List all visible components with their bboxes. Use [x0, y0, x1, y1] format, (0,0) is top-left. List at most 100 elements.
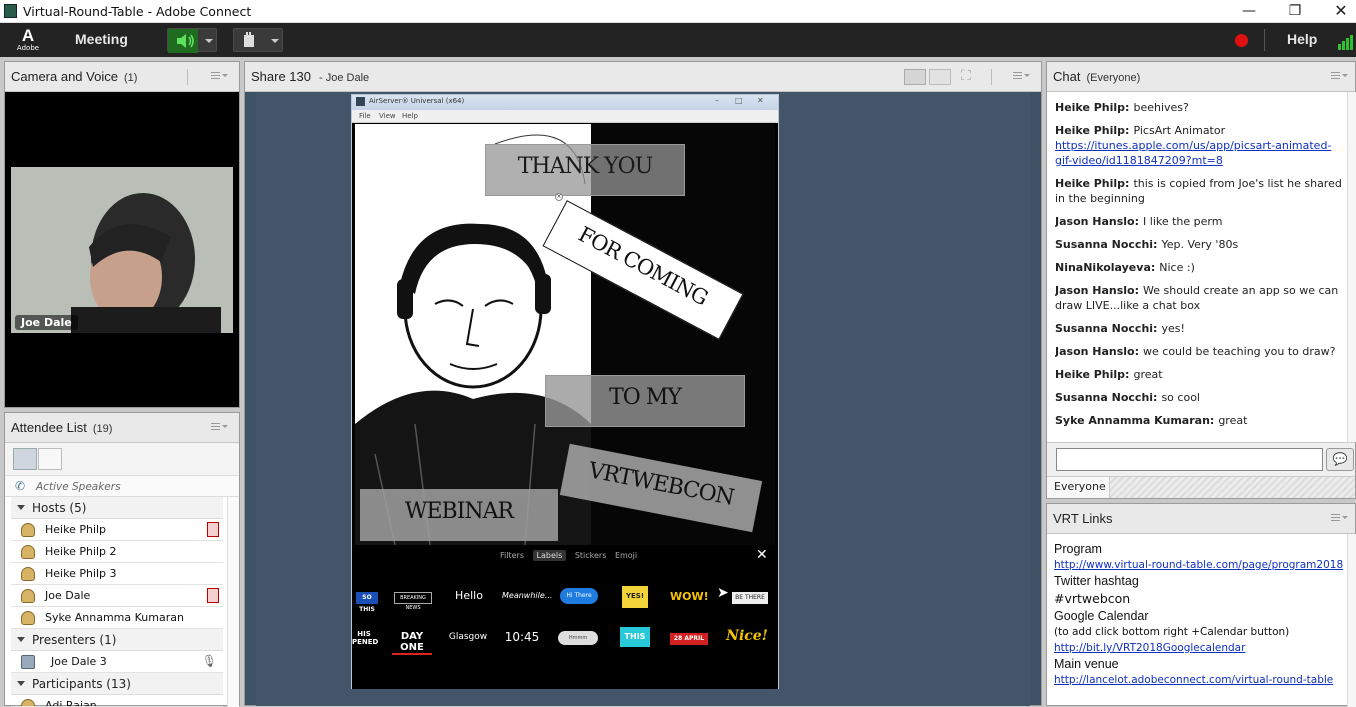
- chat-sender: Heike Philp:: [1055, 124, 1130, 137]
- pod-options-icon[interactable]: [211, 422, 228, 434]
- airserver-app-icon: [356, 97, 365, 106]
- attendee-row[interactable]: Heike Philp: [11, 519, 223, 541]
- pod-options-icon[interactable]: [1331, 513, 1348, 525]
- sticker-wow[interactable]: WOW!: [670, 590, 709, 603]
- chat-message: Syke Annamma Kumaran: great: [1055, 413, 1345, 428]
- sticker-nice[interactable]: Nice!: [724, 628, 770, 644]
- sticker-hmmm[interactable]: Hmmm: [558, 631, 598, 645]
- sticker-yes[interactable]: YES!: [622, 586, 648, 608]
- sticker-this[interactable]: THIS: [620, 627, 650, 647]
- label-editor-panel: Filters Labels Stickers Emoji ✕ SO THIS …: [352, 545, 778, 689]
- chat-message: Jason Hanslo: I like the perm: [1055, 214, 1345, 229]
- airserver-title: AirServer® Universal (x64): [369, 97, 465, 105]
- airserver-max-icon[interactable]: □: [735, 96, 743, 105]
- chat-message: Susanna Nocchi: Yep. Very '80s: [1055, 237, 1345, 252]
- editor-close-icon[interactable]: ✕: [756, 547, 768, 563]
- link-url[interactable]: http://bit.ly/VRT2018Googlecalendar: [1054, 640, 1348, 656]
- link-url[interactable]: http://www.virtual-round-table.com/page/…: [1054, 557, 1348, 573]
- sticker-hello[interactable]: Hello: [449, 589, 489, 602]
- host-icon: [21, 545, 35, 559]
- signal-bar-4: [1350, 35, 1353, 50]
- sticker-so-this[interactable]: SO THIS: [356, 592, 378, 613]
- chat-message: Heike Philp: great: [1055, 367, 1345, 382]
- help-menu[interactable]: Help: [1287, 31, 1317, 47]
- fullscreen-icon[interactable]: ⛶: [961, 68, 971, 84]
- detail-view-icon[interactable]: [38, 448, 62, 470]
- sticker-date[interactable]: 28 APRIL: [670, 633, 708, 645]
- window-title: Virtual-Round-Table - Adobe Connect: [23, 4, 252, 19]
- group-presenters[interactable]: Presenters (1): [11, 629, 223, 651]
- status-toggle[interactable]: [233, 28, 283, 52]
- airserver-menu-view[interactable]: View: [379, 112, 396, 120]
- attendee-scrollbar[interactable]: [227, 497, 239, 707]
- sticker-glasgow[interactable]: Glasgow: [446, 632, 490, 642]
- sticker-breaking-news[interactable]: BREAKING NEWS: [394, 592, 432, 611]
- airserver-close-icon[interactable]: ✕: [757, 96, 764, 105]
- chat-sender: Syke Annamma Kumaran:: [1055, 414, 1215, 427]
- minimize-button[interactable]: —: [1226, 0, 1272, 23]
- chat-text: great: [1218, 414, 1248, 427]
- attendee-row[interactable]: Heike Philp 2: [11, 541, 223, 563]
- attendee-name: Heike Philp 3: [45, 567, 117, 580]
- view-toggle-bar: [5, 443, 239, 475]
- sticker-his-pened[interactable]: HIS PENED: [352, 630, 378, 646]
- group-label: Hosts (5): [32, 501, 87, 515]
- recording-indicator-icon[interactable]: [1235, 34, 1248, 47]
- attendee-row[interactable]: Joe Dale: [11, 585, 223, 607]
- pod-options-icon[interactable]: [1331, 71, 1348, 83]
- attendee-row[interactable]: Adi Rajan: [11, 695, 223, 707]
- chat-sender: Susanna Nocchi:: [1055, 322, 1158, 335]
- meeting-menu[interactable]: Meeting: [75, 31, 128, 47]
- sticker-be-there[interactable]: BE THERE: [732, 592, 768, 604]
- airserver-menu-file[interactable]: File: [359, 112, 371, 120]
- chat-scrollbar[interactable]: [1347, 92, 1356, 442]
- list-view-icon[interactable]: [13, 448, 37, 470]
- poster-webinar: WEBINAR: [404, 499, 514, 524]
- adobe-logo: A Adobe: [16, 26, 40, 52]
- send-chat-icon[interactable]: 💬: [1326, 448, 1354, 471]
- chat-text: we could be teaching you to draw?: [1143, 345, 1336, 358]
- sticker-meanwhile[interactable]: Meanwhile...: [502, 591, 552, 600]
- menu-divider: [1264, 29, 1265, 51]
- label-close-icon[interactable]: ×: [555, 193, 563, 201]
- pod-options-icon[interactable]: [211, 71, 228, 83]
- tab-labels[interactable]: Labels: [532, 550, 567, 561]
- webcam-name-label: Joe Dale: [15, 315, 78, 330]
- webcam-video: Joe Dale: [11, 167, 233, 333]
- chat-text: great: [1133, 368, 1163, 381]
- restore-button[interactable]: ❐: [1272, 0, 1318, 23]
- chat-link[interactable]: https://itunes.apple.com/us/app/picsart-…: [1055, 139, 1331, 167]
- sticker-day-one[interactable]: DAY ONE: [392, 631, 432, 655]
- app-icon: [4, 4, 17, 18]
- host-icon: [21, 567, 35, 581]
- tab-emoji[interactable]: Emoji: [615, 551, 637, 560]
- fit-width-icon[interactable]: [904, 69, 926, 85]
- group-participants[interactable]: Participants (13): [11, 673, 223, 695]
- tab-stickers[interactable]: Stickers: [575, 551, 607, 560]
- camera-pod-title: Camera and Voice: [11, 69, 118, 84]
- chat-message: Jason Hanslo: We should create an app so …: [1055, 283, 1345, 313]
- chat-sender: Heike Philp:: [1055, 101, 1130, 114]
- links-scrollbar[interactable]: [1347, 534, 1356, 707]
- attendee-row[interactable]: Heike Philp 3: [11, 563, 223, 585]
- attendee-row[interactable]: Joe Dale 3 🎙: [11, 651, 223, 673]
- close-window-button[interactable]: ✕: [1318, 0, 1356, 23]
- attendee-count: (19): [92, 423, 113, 435]
- sticker-hi-there[interactable]: Hi There: [560, 588, 598, 604]
- sticker-time[interactable]: 10:45: [502, 630, 542, 644]
- link-url[interactable]: http://lancelot.adobeconnect.com/virtual…: [1054, 672, 1348, 688]
- mic-muted-icon: [207, 588, 219, 603]
- chat-pod: Chat (Everyone) Heike Philp: beehives? Heik…: [1046, 61, 1356, 499]
- airserver-menu-help[interactable]: Help: [402, 112, 418, 120]
- tab-filters[interactable]: Filters: [500, 551, 524, 560]
- attendee-row[interactable]: Syke Annamma Kumaran: [11, 607, 223, 629]
- link-heading: Main venue: [1054, 657, 1119, 671]
- recipient-everyone-tab[interactable]: Everyone: [1047, 477, 1110, 498]
- poster-to-my: TO MY: [609, 385, 682, 410]
- group-hosts[interactable]: Hosts (5): [11, 497, 223, 519]
- airserver-min-icon[interactable]: –: [715, 96, 719, 105]
- pod-options-icon[interactable]: [1013, 71, 1030, 83]
- chat-input[interactable]: [1056, 448, 1323, 471]
- speaker-toggle[interactable]: [167, 28, 217, 53]
- actual-size-icon[interactable]: [929, 69, 951, 85]
